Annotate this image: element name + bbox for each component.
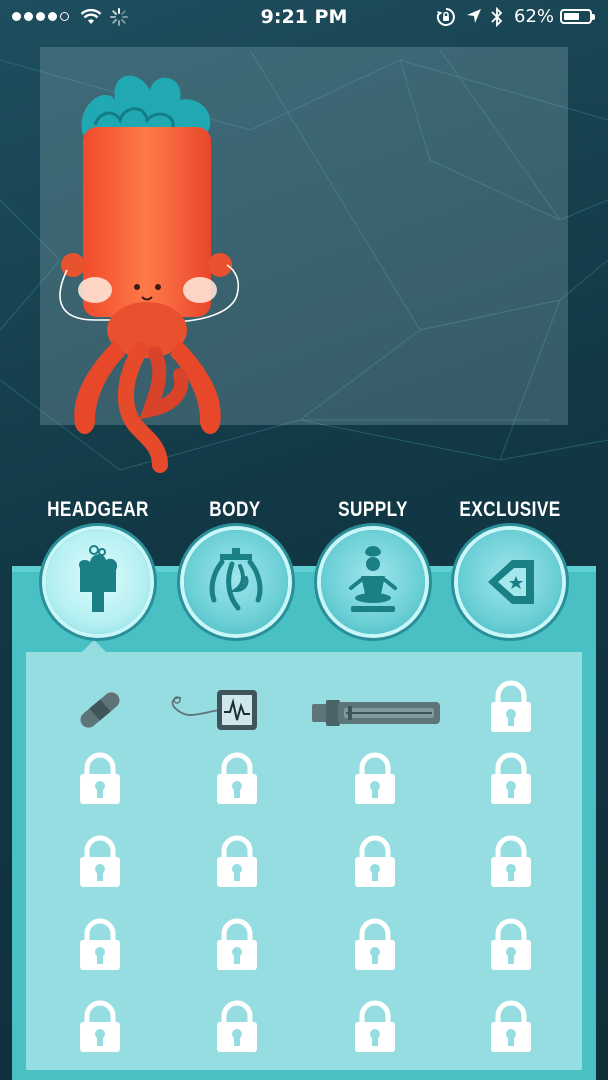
- item-cell-locked[interactable]: [192, 752, 282, 812]
- padlock-icon: [491, 918, 531, 970]
- padlock-icon: [80, 752, 120, 804]
- body-icon: [209, 548, 263, 611]
- padlock-icon: [491, 835, 531, 887]
- headgear-icon: [79, 545, 118, 612]
- battery-icon: [560, 9, 595, 24]
- tab-supply[interactable]: [321, 530, 425, 634]
- padlock-icon: [491, 680, 531, 732]
- category-label-headgear: HEADGEAR: [47, 498, 149, 521]
- item-cell-locked[interactable]: [192, 835, 282, 895]
- tab-headgear[interactable]: [46, 530, 150, 634]
- active-tab-pointer: [82, 640, 106, 652]
- item-cell-locked[interactable]: [466, 752, 556, 812]
- tab-exclusive[interactable]: [458, 530, 562, 634]
- item-cell-locked[interactable]: [466, 680, 556, 740]
- padlock-icon: [355, 918, 395, 970]
- heart-monitor-icon: [171, 690, 257, 730]
- exclusive-icon: [488, 560, 534, 604]
- item-cell-locked[interactable]: [330, 918, 420, 978]
- padlock-icon: [217, 835, 257, 887]
- padlock-icon: [355, 835, 395, 887]
- tab-body[interactable]: [184, 530, 288, 634]
- item-cell-locked[interactable]: [55, 1000, 145, 1060]
- battery-tip: [592, 14, 595, 20]
- padlock-icon: [217, 1000, 257, 1052]
- battery-fill: [564, 13, 579, 20]
- supply-icon: [349, 546, 397, 612]
- item-cell-bandage[interactable]: [55, 680, 145, 740]
- padlock-icon: [491, 752, 531, 804]
- item-cell-locked[interactable]: [55, 835, 145, 895]
- syringe-icon: [312, 700, 440, 726]
- status-bar: 9:21 PM 62%: [0, 0, 608, 34]
- padlock-icon: [80, 918, 120, 970]
- bluetooth-icon: [491, 7, 503, 27]
- item-cell-locked[interactable]: [330, 835, 420, 895]
- category-label-supply: SUPPLY: [338, 498, 408, 521]
- category-label-body: BODY: [209, 498, 261, 521]
- item-cell-locked[interactable]: [55, 752, 145, 812]
- item-cell-locked[interactable]: [466, 918, 556, 978]
- padlock-icon: [80, 1000, 120, 1052]
- item-cell-locked[interactable]: [466, 1000, 556, 1060]
- item-cell-syringe[interactable]: [312, 680, 444, 740]
- battery-percent: 62%: [514, 6, 555, 27]
- category-label-exclusive: EXCLUSIVE: [459, 498, 561, 521]
- item-cell-heart-monitor[interactable]: [167, 680, 267, 740]
- location-arrow-icon: [467, 9, 481, 23]
- padlock-icon: [355, 1000, 395, 1052]
- item-cell-locked[interactable]: [55, 918, 145, 978]
- item-cell-locked[interactable]: [192, 1000, 282, 1060]
- item-cell-locked[interactable]: [192, 918, 282, 978]
- padlock-icon: [491, 1000, 531, 1052]
- character-avatar[interactable]: [55, 65, 245, 485]
- item-cell-locked[interactable]: [330, 752, 420, 812]
- bandage-icon: [80, 692, 120, 728]
- padlock-icon: [217, 918, 257, 970]
- padlock-icon: [217, 752, 257, 804]
- item-cell-locked[interactable]: [330, 1000, 420, 1060]
- padlock-icon: [355, 752, 395, 804]
- rotation-lock-icon: [436, 8, 455, 26]
- padlock-icon: [80, 835, 120, 887]
- item-cell-locked[interactable]: [466, 835, 556, 895]
